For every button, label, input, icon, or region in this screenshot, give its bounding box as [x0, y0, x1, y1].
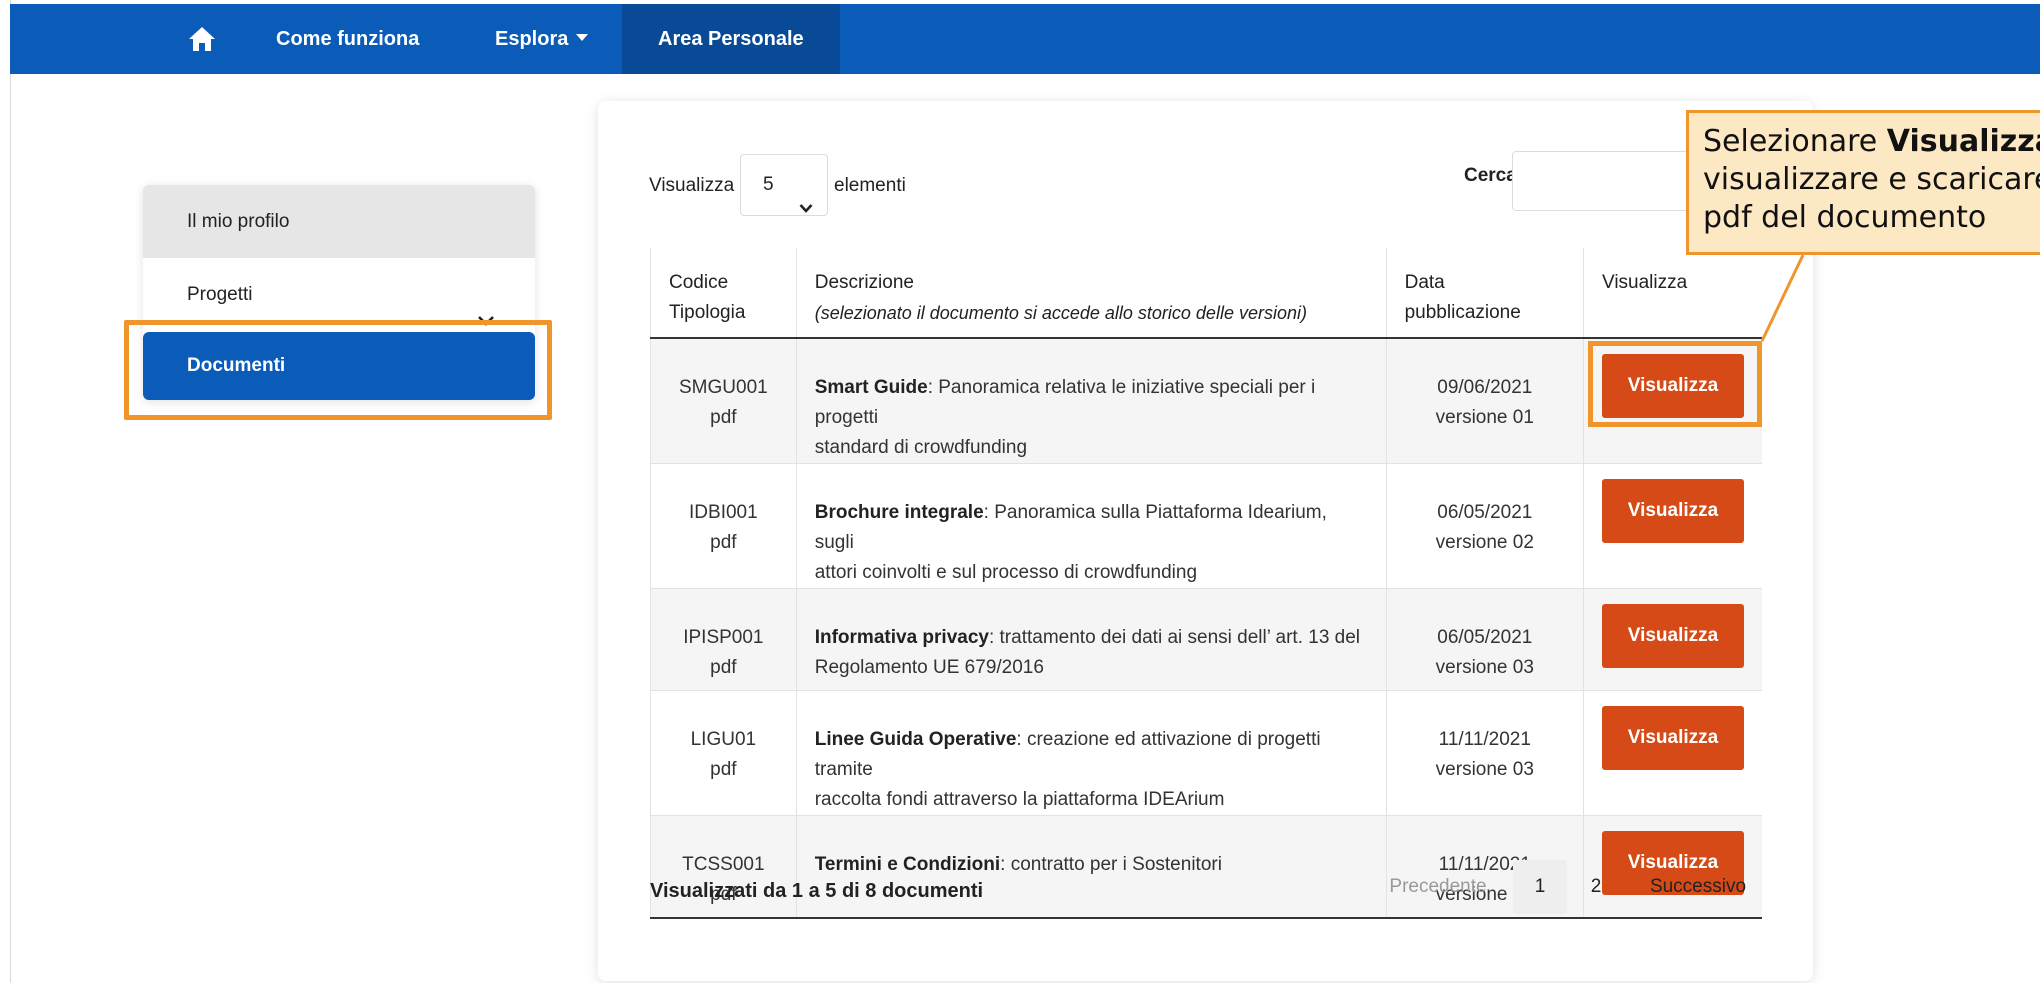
- cell-date: 09/06/2021 versione 01: [1386, 338, 1584, 464]
- doc-code: IPISP001: [683, 627, 764, 648]
- doc-desc-line2: raccolta fondi attraverso la piattaforma…: [814, 789, 1225, 810]
- doc-title[interactable]: Informativa privacy: [815, 627, 989, 648]
- sidebar-menu: Il mio profilo Progetti Documenti: [143, 185, 535, 400]
- doc-code: TCSS001: [682, 854, 765, 875]
- callout-line2: visualizzare e scaricare: [1703, 162, 2040, 197]
- doc-code: LIGU01: [690, 729, 757, 750]
- table-row[interactable]: LIGU01 pdf Linee Guida Operative: creazion…: [650, 690, 1762, 816]
- cell-code: IDBI001 pdf: [650, 463, 797, 589]
- doc-code: SMGU001: [679, 377, 768, 398]
- nav-area-personale[interactable]: Area Personale: [622, 4, 840, 74]
- cell-code: IPISP001 pdf: [650, 588, 797, 691]
- doc-type: pdf: [710, 657, 737, 678]
- header-code-line2: Tipologia: [669, 302, 746, 323]
- table-info: Visualizzati da 1 a 5 di 8 documenti: [650, 880, 984, 902]
- page-length-value: 5: [763, 174, 774, 195]
- tutorial-callout: Selezionare Visualizza visualizzare e sc…: [1686, 110, 2040, 255]
- doc-title[interactable]: Brochure integrale: [815, 502, 984, 523]
- sidebar-item-profilo[interactable]: Il mio profilo: [143, 185, 535, 258]
- doc-title[interactable]: Smart Guide: [815, 377, 928, 398]
- pagination-next[interactable]: Successivo: [1634, 860, 1762, 914]
- cell-action: Visualizza: [1583, 588, 1762, 691]
- visualizza-button[interactable]: Visualizza: [1601, 354, 1744, 418]
- cell-description: Informativa privacy: trattamento dei dat…: [796, 588, 1387, 691]
- nav-esplora-label: Esplora: [495, 28, 569, 50]
- doc-code: IDBI001: [689, 502, 758, 523]
- cell-code: LIGU01 pdf: [650, 690, 797, 816]
- top-navbar: Come funziona Esplora Area Personale: [10, 4, 2040, 74]
- header-desc-sub: (selezionato il documento si accede allo…: [814, 303, 1307, 323]
- callout-line3: pdf del documento: [1703, 200, 1987, 235]
- doc-desc-line2: attori coinvolti e sul processo di crowd…: [814, 562, 1198, 583]
- table-row[interactable]: IPISP001 pdf Informativa privacy: trattame…: [650, 588, 1762, 691]
- pagination-previous[interactable]: Precedente: [1378, 860, 1498, 914]
- doc-title[interactable]: Linee Guida Operative: [815, 729, 1017, 750]
- doc-date: 06/05/2021: [1437, 502, 1533, 523]
- doc-date: 06/05/2021: [1437, 627, 1533, 648]
- sidebar-item-label: Progetti: [187, 284, 253, 305]
- page-length-select[interactable]: 5: [740, 154, 828, 216]
- doc-date: 09/06/2021: [1437, 377, 1533, 398]
- pagination-page-1[interactable]: 1: [1513, 860, 1567, 914]
- pagination-page-2[interactable]: 2: [1578, 860, 1614, 914]
- table-row[interactable]: SMGU001 pdf Smart Guide: Panoramica relati…: [650, 338, 1762, 464]
- doc-desc-line1: : contratto per i Sostenitori: [1000, 854, 1222, 875]
- sidebar-item-progetti[interactable]: Progetti: [143, 258, 535, 331]
- header-description[interactable]: Descrizione (selezionato il documento si …: [796, 248, 1387, 339]
- cell-date: 06/05/2021 versione 02: [1386, 463, 1584, 589]
- visualizza-button[interactable]: Visualizza: [1601, 604, 1744, 668]
- doc-title[interactable]: Termini e Condizioni: [815, 854, 1000, 875]
- doc-version: versione 03: [1435, 657, 1534, 678]
- doc-type: pdf: [710, 759, 737, 780]
- cell-date: 11/11/2021 versione 03: [1386, 690, 1584, 816]
- header-date-line1: Data: [1404, 272, 1445, 293]
- cell-action: Visualizza: [1583, 338, 1762, 464]
- documents-table: Codice Tipologia Descrizione (selezionato …: [650, 248, 1762, 919]
- doc-version: versione 02: [1435, 532, 1534, 553]
- header-date-line2: pubblicazione: [1404, 302, 1521, 323]
- header-desc-title: Descrizione: [814, 272, 914, 293]
- callout-line1-bold: Visualizza: [1886, 124, 2040, 159]
- length-label-after: elementi: [834, 175, 906, 196]
- cell-description: Brochure integrale: Panoramica sulla Pia…: [796, 463, 1387, 589]
- doc-type: pdf: [710, 532, 737, 553]
- visualizza-button[interactable]: Visualizza: [1601, 706, 1744, 770]
- doc-version: versione 01: [1435, 407, 1534, 428]
- chevron-down-icon: [477, 286, 495, 326]
- home-icon[interactable]: [188, 26, 216, 52]
- table-row[interactable]: IDBI001 pdf Brochure integrale: Panoramica…: [650, 463, 1762, 589]
- table-header-row: Codice Tipologia Descrizione (selezionato …: [650, 248, 1762, 339]
- chevron-down-icon: [799, 179, 813, 213]
- cell-action: Visualizza: [1583, 690, 1762, 816]
- doc-desc-line2: standard di crowdfunding: [814, 437, 1028, 458]
- cell-action: Visualizza: [1583, 463, 1762, 589]
- header-code-line1: Codice: [669, 272, 729, 293]
- sidebar-item-documenti[interactable]: Documenti: [143, 332, 535, 400]
- cell-description: Linee Guida Operative: creazione ed atti…: [796, 690, 1387, 816]
- header-date[interactable]: Data pubblicazione: [1386, 248, 1584, 339]
- visualizza-button[interactable]: Visualizza: [1601, 479, 1744, 543]
- callout-line1-prefix: Selezionare: [1703, 124, 1887, 159]
- callout-line1: Selezionare Visualizza: [1703, 123, 2040, 161]
- nav-come-funziona[interactable]: Come funziona: [276, 4, 419, 74]
- cell-code: SMGU001 pdf: [650, 338, 797, 464]
- doc-version: versione 03: [1435, 759, 1534, 780]
- header-code[interactable]: Codice Tipologia: [650, 248, 797, 339]
- doc-date: 11/11/2021: [1438, 729, 1531, 750]
- cell-description: Smart Guide: Panoramica relativa le iniz…: [796, 338, 1387, 464]
- nav-esplora[interactable]: Esplora: [495, 4, 589, 74]
- doc-type: pdf: [710, 407, 737, 428]
- cell-date: 06/05/2021 versione 03: [1386, 588, 1584, 691]
- doc-desc-line1: : trattamento dei dati ai sensi dell’ ar…: [988, 627, 1361, 648]
- doc-desc-line2: Regolamento UE 679/2016: [814, 657, 1044, 678]
- length-label: Visualizza: [649, 175, 735, 196]
- header-view[interactable]: Visualizza: [1583, 248, 1762, 339]
- caret-down-icon: [576, 34, 589, 42]
